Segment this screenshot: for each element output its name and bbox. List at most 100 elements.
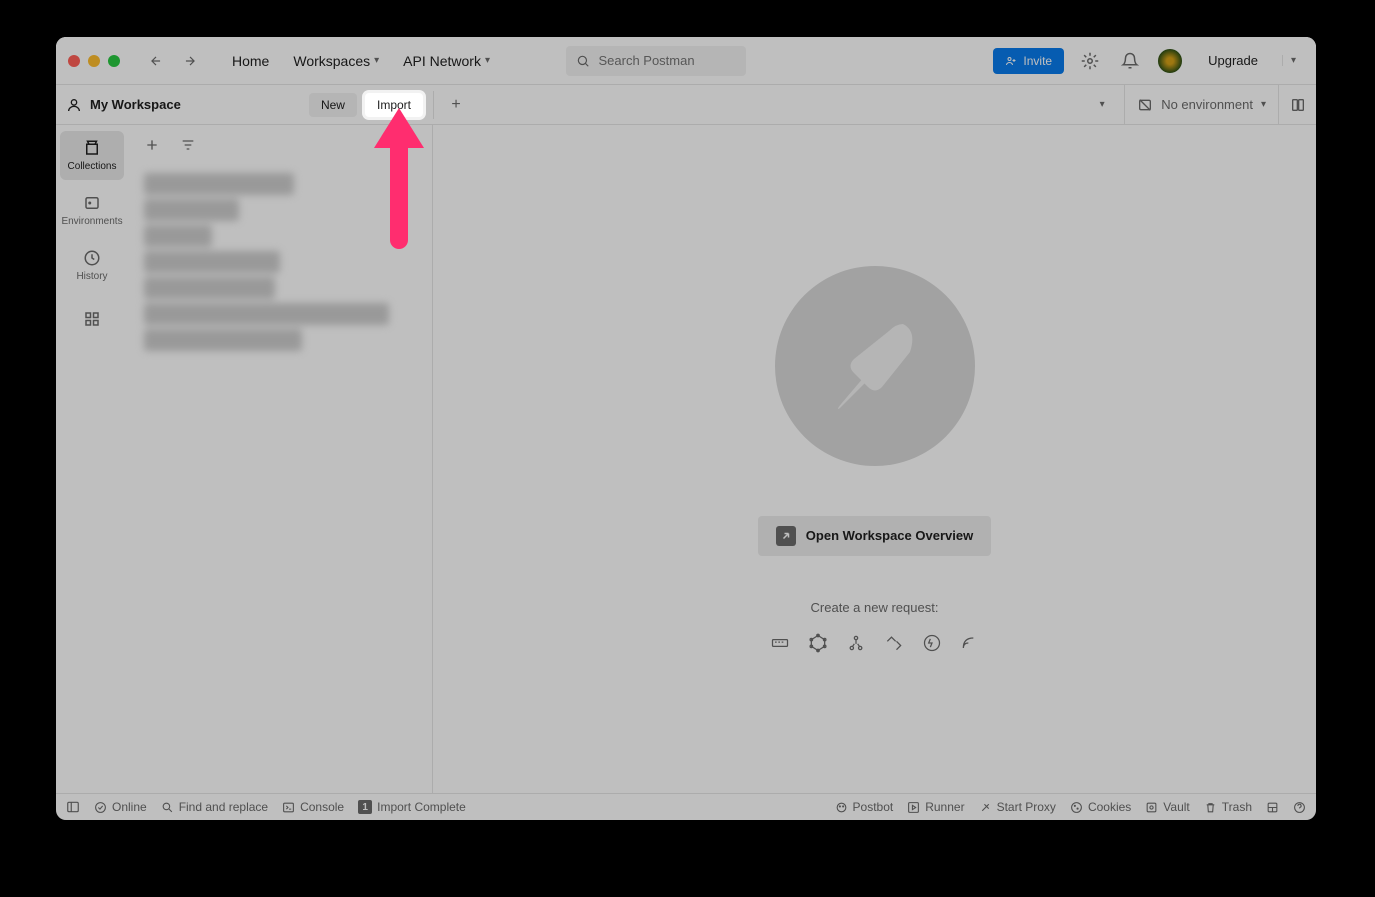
rail-environments-label: Environments [61,216,122,227]
layout-icon [1266,801,1279,814]
console-button[interactable]: Console [282,800,344,814]
postman-logo [775,266,975,466]
chevron-down-icon: ▾ [374,55,379,66]
import-button[interactable]: Import [365,93,423,117]
trash-icon [1204,801,1217,814]
new-button[interactable]: New [309,93,357,117]
graphql-request-button[interactable] [808,633,828,653]
online-label: Online [112,800,147,814]
postbot-label: Postbot [853,800,894,814]
grpc-request-button[interactable] [846,633,866,653]
plus-icon [144,137,160,153]
user-icon [66,97,82,113]
import-complete-label: Import Complete [377,800,466,814]
history-icon [83,249,101,267]
nav-home[interactable]: Home [222,47,279,75]
minimize-window[interactable] [88,55,100,67]
rail-more[interactable] [60,302,124,336]
rail-environments[interactable]: Environments [60,186,124,235]
upgrade-dropdown[interactable]: ▾ [1282,55,1304,66]
postman-icon [805,296,945,436]
invite-button[interactable]: Invite [993,48,1064,74]
grid-icon [83,310,101,328]
chevron-down-icon: ▾ [485,55,490,66]
online-status[interactable]: Online [94,800,147,814]
nav-workspaces-label: Workspaces [293,53,370,69]
vault-icon [1145,801,1158,814]
layout-button[interactable] [1266,801,1279,814]
find-replace-button[interactable]: Find and replace [161,800,268,814]
find-replace-label: Find and replace [179,800,268,814]
invite-label: Invite [1023,54,1052,68]
no-environment-icon [1137,97,1153,113]
vault-button[interactable]: Vault [1145,800,1189,814]
workspace-name: My Workspace [90,97,181,112]
nav-api-network-label: API Network [403,53,481,69]
close-window[interactable] [68,55,80,67]
search-input[interactable] [598,53,736,68]
chevron-down-icon: ▾ [1291,55,1296,66]
start-proxy-label: Start Proxy [997,800,1056,814]
environment-quick-look[interactable] [1278,85,1316,124]
environments-icon [83,194,101,212]
collections-list [132,165,428,359]
tabs-dropdown[interactable]: ▾ [1088,91,1116,119]
websocket-request-button[interactable] [884,633,904,653]
panel-icon [66,800,80,814]
user-avatar[interactable] [1156,47,1184,75]
postbot-button[interactable]: Postbot [835,800,894,814]
rail-collections[interactable]: Collections [60,131,124,180]
vault-label: Vault [1163,800,1189,814]
terminal-icon [282,801,295,814]
bot-icon [835,801,848,814]
environment-label: No environment [1161,97,1253,112]
collections-icon [83,139,101,157]
console-label: Console [300,800,344,814]
notifications-button[interactable] [1116,47,1144,75]
maximize-window[interactable] [108,55,120,67]
open-workspace-overview-button[interactable]: Open Workspace Overview [758,516,991,556]
chevron-down-icon: ▾ [1100,99,1105,110]
upgrade-button[interactable]: Upgrade [1196,47,1270,74]
filter-button[interactable] [176,133,200,157]
workspace-title[interactable]: My Workspace [66,97,301,113]
nav-workspaces[interactable]: Workspaces ▾ [283,47,389,75]
trash-button[interactable]: Trash [1204,800,1252,814]
bell-icon [1121,52,1139,70]
arrow-out-icon [776,526,796,546]
trash-label: Trash [1222,800,1252,814]
rail-collections-label: Collections [68,161,117,172]
nav-api-network[interactable]: API Network ▾ [393,47,500,75]
help-button[interactable] [1293,801,1306,814]
help-icon [1293,801,1306,814]
mqtt-request-button[interactable] [960,633,980,653]
cookies-button[interactable]: Cookies [1070,800,1131,814]
more-icon [400,137,416,153]
sidebar-toggle[interactable] [66,800,80,814]
user-plus-icon [1005,55,1017,67]
traffic-lights [68,55,120,67]
open-overview-label: Open Workspace Overview [806,528,973,543]
rail-history[interactable]: History [60,241,124,290]
http-request-button[interactable] [770,633,790,653]
satellite-icon [979,801,992,814]
create-request-label: Create a new request: [811,600,939,615]
variables-icon [1290,97,1306,113]
search-box[interactable] [566,46,746,76]
add-collection-button[interactable] [140,133,164,157]
settings-button[interactable] [1076,47,1104,75]
socketio-request-button[interactable] [922,633,942,653]
search-icon [576,54,590,68]
forward-button[interactable] [176,47,204,75]
back-button[interactable] [142,47,170,75]
check-circle-icon [94,801,107,814]
import-complete-status[interactable]: 1 Import Complete [358,800,466,814]
filter-icon [180,137,196,153]
runner-button[interactable]: Runner [907,800,964,814]
more-options-button[interactable] [396,133,420,157]
add-tab-button[interactable]: + [442,91,470,119]
start-proxy-button[interactable]: Start Proxy [979,800,1056,814]
play-icon [907,801,920,814]
import-count-badge: 1 [358,800,372,814]
environment-selector[interactable]: No environment ▾ [1124,85,1278,124]
